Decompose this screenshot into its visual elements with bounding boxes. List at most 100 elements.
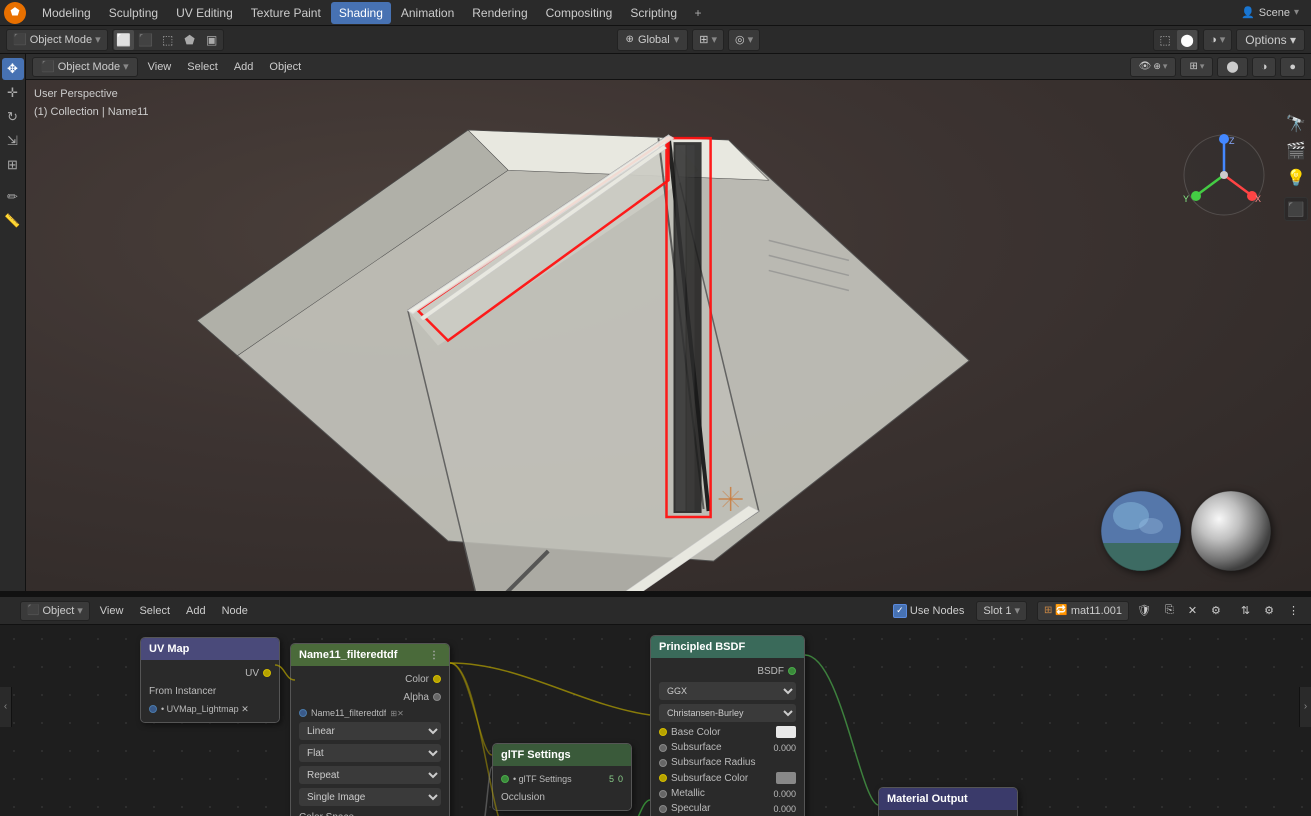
interpolation-select[interactable]: Linear: [299, 722, 441, 740]
node-editor-extra-btn[interactable]: ⋮: [1282, 601, 1305, 621]
node-canvas[interactable]: UV Map UV From Instancer • UVMap_Lightma…: [0, 625, 1311, 816]
node-editor-right-collapse[interactable]: ›: [1299, 687, 1311, 727]
node-editor-settings-btn[interactable]: ⚙: [1258, 601, 1280, 621]
sub-radius-socket[interactable]: [659, 759, 667, 767]
alpha-out-socket[interactable]: [433, 693, 441, 701]
cursor-tool[interactable]: ✥: [2, 58, 24, 80]
material-copy-btn[interactable]: ⎘: [1159, 601, 1180, 621]
extra-select-btn[interactable]: ⬟: [180, 30, 200, 50]
repeat-select[interactable]: Repeat: [299, 766, 441, 784]
material-browse-btn[interactable]: ⚙: [1205, 601, 1227, 621]
viewport-shading-extra[interactable]: ◑ ▾: [1203, 29, 1232, 51]
scale-tool[interactable]: ⇲: [2, 130, 24, 152]
bsdf-out-socket[interactable]: [788, 667, 796, 675]
options-button[interactable]: Options ▾: [1236, 29, 1305, 51]
uv-map-node[interactable]: UV Map UV From Instancer • UVMap_Lightma…: [140, 637, 280, 723]
rotate-tool[interactable]: ↻: [2, 106, 24, 128]
material-delete-btn[interactable]: ✕: [1182, 601, 1203, 621]
use-nodes-toggle[interactable]: ✓ Use Nodes: [893, 604, 964, 618]
measure-tool[interactable]: 📏: [2, 210, 24, 232]
principled-bsdf-node[interactable]: Principled BSDF BSDF GGX Christanse: [650, 635, 805, 816]
viewport-lock-btn[interactable]: 🔭: [1284, 112, 1308, 136]
color-out-socket[interactable]: [433, 675, 441, 683]
viewport-light-btn[interactable]: 💡: [1284, 166, 1308, 190]
node-mode-dropdown[interactable]: ⬛ Object ▾: [20, 601, 90, 621]
subsurface-socket[interactable]: [659, 744, 667, 752]
node-color-out-label: Color: [405, 674, 429, 685]
node-node-btn[interactable]: Node: [216, 601, 254, 621]
bsdf-ggx-select[interactable]: GGX: [659, 682, 796, 700]
slot-dropdown[interactable]: Slot 1 ▾: [976, 601, 1027, 621]
viewport-shading-material-btn[interactable]: ◑: [1252, 57, 1277, 77]
proportional-arrow: ▾: [748, 33, 754, 46]
menu-item-uv-editing[interactable]: UV Editing: [168, 2, 241, 24]
viewport-gizmo-btn[interactable]: ⊞ ▾: [1180, 57, 1213, 77]
select-all-btn[interactable]: ▣: [202, 30, 222, 50]
viewport-shading-render-btn[interactable]: ●: [1280, 57, 1305, 77]
svg-text:Y: Y: [1183, 194, 1189, 204]
circle-select-btn[interactable]: ⬛: [136, 30, 156, 50]
viewport-object-btn[interactable]: Object: [263, 57, 307, 77]
node-select-btn[interactable]: Select: [133, 601, 176, 621]
viewport-3d[interactable]: ⬛ Object Mode ▾ View Select Add Object 👁…: [26, 54, 1311, 591]
uv-uvmap-socket[interactable]: [149, 705, 157, 713]
gltf-in-socket[interactable]: [501, 775, 509, 783]
box-select-btn[interactable]: ⬜: [114, 30, 134, 50]
annotate-tool[interactable]: ✏: [2, 186, 24, 208]
viewport-view-btn[interactable]: View: [142, 57, 178, 77]
menu-item-shading[interactable]: Shading: [331, 2, 391, 24]
viewport-camera-btn[interactable]: 🎬: [1284, 139, 1308, 163]
gltf-settings-node[interactable]: glTF Settings • glTF Settings 5 0 Occlus…: [492, 743, 632, 811]
menu-item-sculpting[interactable]: Sculpting: [101, 2, 166, 24]
material-name-field[interactable]: ⊞ 🔁 mat11.001: [1037, 601, 1129, 621]
mode-menu-button[interactable]: ⬛ Object Mode ▾: [6, 29, 108, 51]
transform-orientation-dropdown[interactable]: ⊕ Global ▾: [617, 29, 689, 51]
image-texture-node[interactable]: Name11_filteredtdf ⋮ Color Alpha Name11_…: [290, 643, 450, 816]
menu-item-compositing[interactable]: Compositing: [538, 2, 621, 24]
sub-color-swatch[interactable]: [776, 772, 796, 784]
lasso-select-btn[interactable]: ⬚: [158, 30, 178, 50]
viewport-select-btn[interactable]: Select: [181, 57, 224, 77]
menu-item-rendering[interactable]: Rendering: [464, 2, 535, 24]
base-color-socket[interactable]: [659, 728, 667, 736]
src-select[interactable]: Single Image: [299, 788, 441, 806]
img-node-extra[interactable]: ⋮: [427, 648, 441, 662]
snap-toggle[interactable]: ⊞ ▾: [692, 29, 724, 51]
viewport-canvas[interactable]: User Perspective (1) Collection | Name11: [26, 80, 1311, 591]
menu-item-modeling[interactable]: Modeling: [34, 2, 99, 24]
transform-tool[interactable]: ⊞: [2, 154, 24, 176]
viewport-overlay-btn[interactable]: 👁 ⊕ ▾: [1130, 57, 1177, 77]
node-view-btn[interactable]: View: [94, 601, 130, 621]
uv-output-socket[interactable]: [263, 669, 271, 677]
use-nodes-checkbox[interactable]: ✓: [893, 604, 907, 618]
wireframe-toggle[interactable]: ⬚: [1155, 30, 1175, 50]
preview-render-balls: [1101, 491, 1271, 571]
navigation-gizmo[interactable]: Z X Y: [1179, 130, 1269, 223]
left-toolbar: ✥ ✛ ↻ ⇲ ⊞ ✏ 📏: [0, 54, 26, 591]
img-in-socket[interactable]: [299, 709, 307, 717]
move-tool[interactable]: ✛: [2, 82, 24, 104]
node-add-btn[interactable]: Add: [180, 601, 212, 621]
specular-socket[interactable]: [659, 805, 667, 813]
viewport-mode-btn[interactable]: ⬛ Object Mode ▾: [32, 57, 138, 77]
material-shield-btn[interactable]: 🛡: [1131, 601, 1157, 621]
proportional-editing-btn[interactable]: ◎ ▾: [728, 29, 760, 51]
material-output-node[interactable]: Material Output All Surface: [878, 787, 1018, 816]
menu-item-scripting[interactable]: Scripting: [622, 2, 685, 24]
node-mode-label: Object: [42, 605, 74, 617]
metallic-socket[interactable]: [659, 790, 667, 798]
occlusion-label: Occlusion: [501, 792, 545, 803]
bsdf-cb-select[interactable]: Christansen-Burley: [659, 704, 796, 722]
node-editor-sync-btn[interactable]: ⇅: [1235, 601, 1256, 621]
menu-item-animation[interactable]: Animation: [393, 2, 462, 24]
viewport-square-btn[interactable]: ⬛: [1284, 197, 1308, 221]
projection-select[interactable]: Flat: [299, 744, 441, 762]
solid-toggle[interactable]: ⬤: [1177, 30, 1197, 50]
sub-color-socket[interactable]: [659, 774, 667, 782]
menu-item-texture-paint[interactable]: Texture Paint: [243, 2, 329, 24]
viewport-add-btn[interactable]: Add: [228, 57, 260, 77]
node-editor-left-collapse[interactable]: ‹: [0, 687, 12, 727]
add-workspace-button[interactable]: +: [687, 2, 709, 24]
base-color-swatch[interactable]: [776, 726, 796, 738]
viewport-shading-solid-btn[interactable]: ⬤: [1217, 57, 1247, 77]
